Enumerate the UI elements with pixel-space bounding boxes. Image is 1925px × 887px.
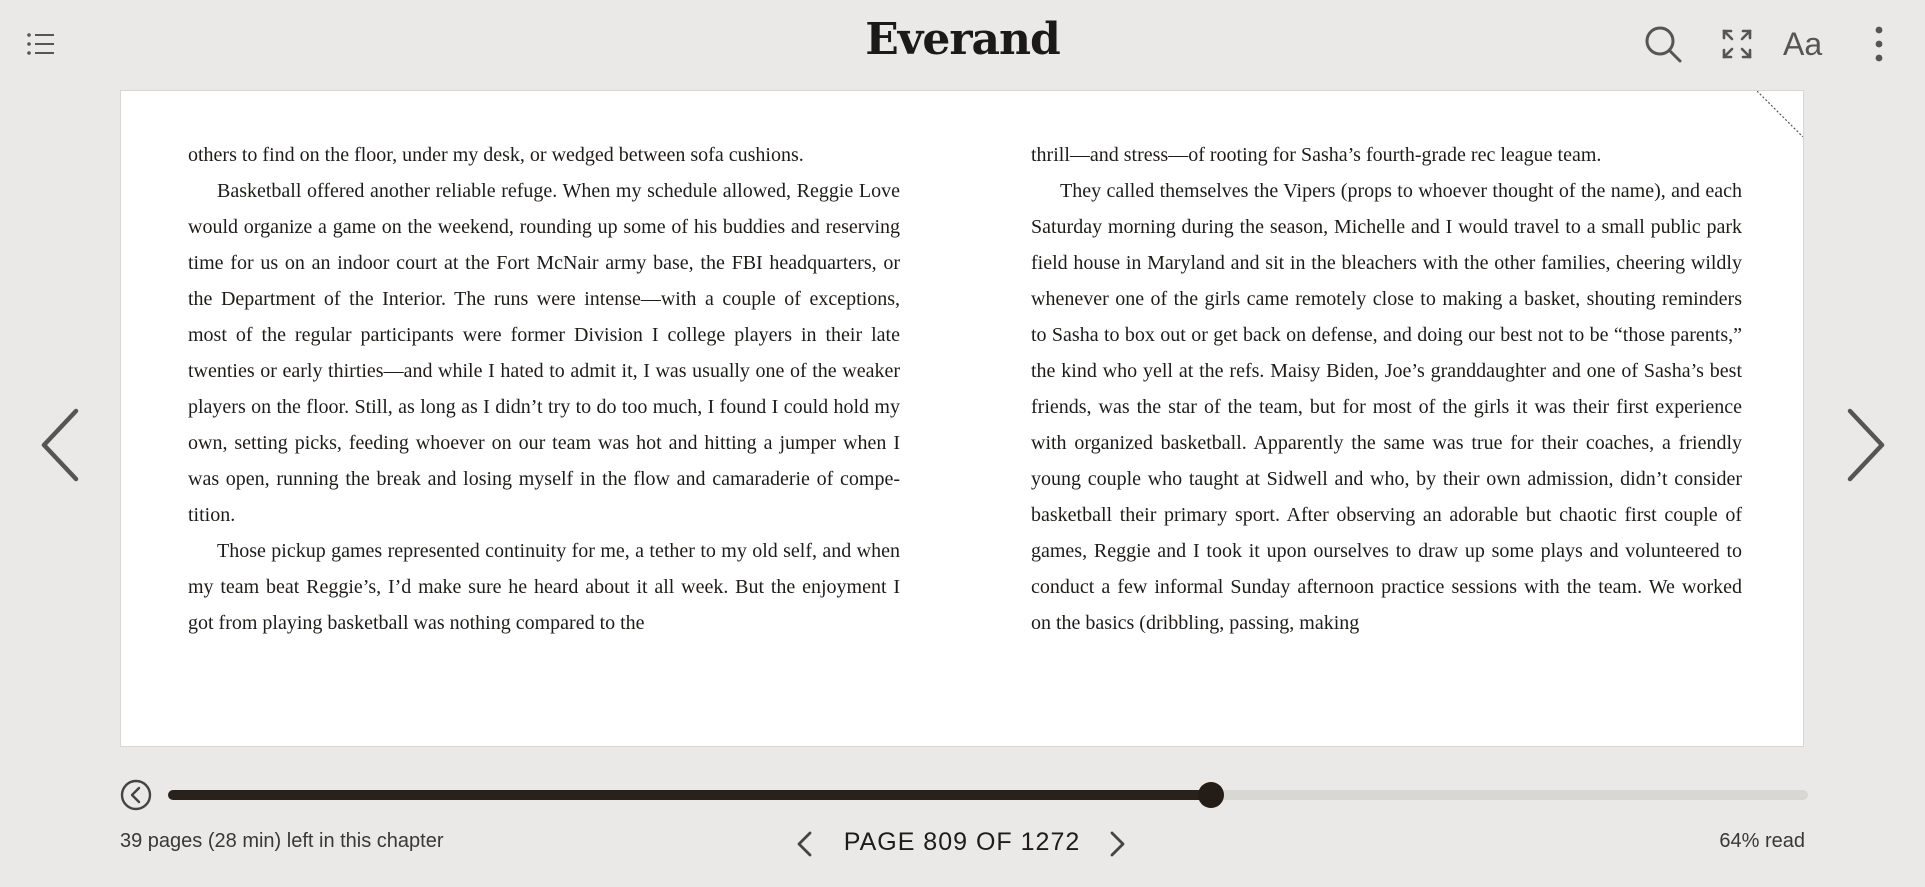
reading-progress-fill	[168, 790, 1212, 800]
paragraph: Basketball offered another reliable refu…	[188, 180, 900, 526]
previous-page-button[interactable]	[36, 405, 86, 485]
expand-icon	[1722, 29, 1752, 59]
chevron-right-icon	[1110, 831, 1125, 857]
page-navigator: PAGE 809 OF 1272	[790, 822, 1130, 866]
back-to-previous-location-button[interactable]	[120, 779, 152, 811]
font-settings-button[interactable]: Aa	[1783, 24, 1827, 64]
bookmark-corner-icon[interactable]	[1757, 91, 1803, 137]
search-icon	[1645, 26, 1682, 63]
more-vertical-icon	[1875, 26, 1883, 62]
paragraph: Those pickup games represented continuit…	[188, 540, 900, 634]
pager-next-button[interactable]	[1102, 828, 1132, 860]
right-page-text: thrill—and stress—of rooting for Sasha’s…	[1031, 137, 1742, 641]
percent-read-text: 64% read	[1719, 830, 1805, 852]
reading-progress-handle[interactable]	[1198, 782, 1225, 808]
page-number-label[interactable]: PAGE 809 OF 1272	[830, 828, 1094, 857]
paragraph: thrill—and stress—of rooting for Sasha’s…	[1031, 144, 1602, 166]
brand-logo[interactable]: Everand	[0, 14, 1925, 65]
chevron-left-icon	[797, 831, 812, 857]
chevron-left-icon	[41, 408, 79, 482]
chevron-right-icon	[1847, 408, 1885, 482]
fullscreen-button[interactable]	[1721, 28, 1753, 60]
next-page-button[interactable]	[1840, 405, 1890, 485]
reading-progress-slider[interactable]	[168, 782, 1808, 808]
more-options-button[interactable]	[1869, 26, 1889, 62]
top-bar: Everand Aa	[0, 0, 1925, 88]
pager-previous-button[interactable]	[790, 828, 820, 860]
paragraph: They called themselves the Vipers (props…	[1031, 180, 1742, 634]
back-circle-icon	[120, 779, 152, 811]
left-page-text: others to find on the floor, under my de…	[188, 137, 900, 641]
search-button[interactable]	[1643, 24, 1683, 64]
paragraph: others to find on the floor, under my de…	[188, 144, 804, 166]
chapter-remaining-text: 39 pages (28 min) left in this chapter	[120, 830, 444, 852]
book-page-spread: others to find on the floor, under my de…	[120, 90, 1804, 747]
